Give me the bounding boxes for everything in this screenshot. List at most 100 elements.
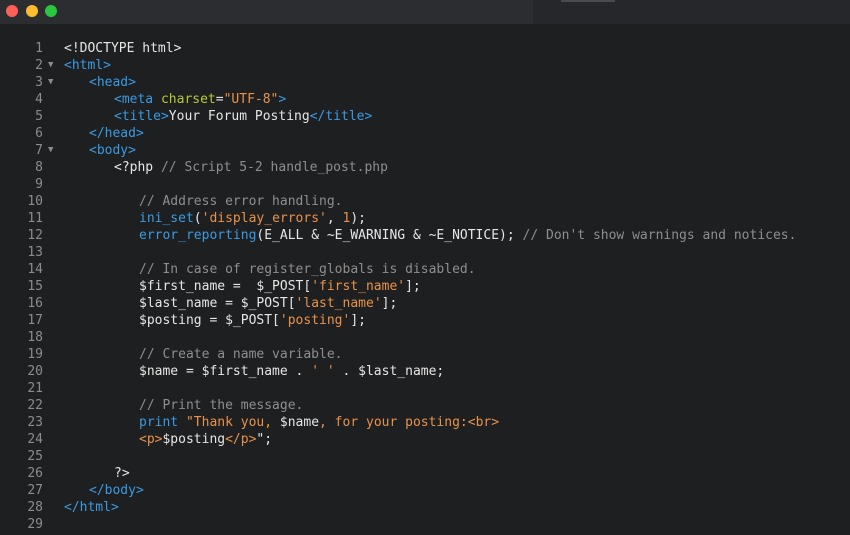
code-line[interactable]: 27 </body>: [0, 482, 850, 499]
code-line[interactable]: 21: [0, 380, 850, 397]
line-number: 19: [27, 347, 43, 362]
code-line[interactable]: 7 ▼ <body>: [0, 142, 850, 159]
code-token: </head>: [89, 126, 144, 141]
code-text: $name = $first_name . ' ' . $last_name;: [139, 363, 444, 380]
line-number: 21: [27, 381, 43, 396]
active-tab-indicator: [561, 0, 615, 2]
code-text: <head>: [89, 74, 136, 91]
code-line[interactable]: 28 </html>: [0, 499, 850, 516]
line-number: 1: [35, 41, 43, 56]
line-number: 22: [27, 398, 43, 413]
code-token: // Script 5-2 handle_post.php: [160, 160, 388, 175]
code-text: </head>: [89, 125, 144, 142]
code-token: error_reporting: [139, 228, 257, 243]
code-token: ' ': [311, 364, 335, 379]
code-line[interactable]: 16 $last_name = $_POST['last_name'];: [0, 295, 850, 312]
code-line[interactable]: 12 error_reporting(E_ALL & ~E_WARNING & ~…: [0, 227, 850, 244]
line-number: 18: [27, 330, 43, 345]
code-line[interactable]: 14 // In case of register_globals is disa…: [0, 261, 850, 278]
code-line[interactable]: 13: [0, 244, 850, 261]
code-token: $posting = $_POST[: [139, 313, 280, 328]
code-token: <meta: [114, 92, 161, 107]
close-window-button[interactable]: [6, 5, 18, 17]
code-text: <html>: [64, 57, 111, 74]
code-token: ];: [381, 296, 398, 311]
code-token: <body>: [89, 143, 136, 158]
code-token: // Print the message.: [139, 398, 304, 413]
code-line[interactable]: 18: [0, 329, 850, 346]
code-token: );: [350, 211, 366, 226]
code-token: =: [215, 92, 224, 107]
code-token: ,: [326, 211, 343, 226]
code-token: Your Forum Posting: [168, 109, 310, 124]
code-line[interactable]: 23 print "Thank you, $name, for your post…: [0, 414, 850, 431]
code-line[interactable]: 22 // Print the message.: [0, 397, 850, 414]
code-line[interactable]: 29: [0, 516, 850, 533]
code-line[interactable]: 15 $first_name = $_POST['first_name'];: [0, 278, 850, 295]
code-token: ];: [350, 313, 366, 328]
code-line[interactable]: 8 <?php // Script 5-2 handle_post.php: [0, 159, 850, 176]
code-line[interactable]: 5 <title>Your Forum Posting</title>: [0, 108, 850, 125]
code-text: <meta charset="UTF-8">: [114, 91, 286, 108]
line-number: 6: [35, 126, 43, 141]
code-line[interactable]: 17 $posting = $_POST['posting'];: [0, 312, 850, 329]
code-token: $name: [279, 415, 320, 430]
fold-arrow-icon[interactable]: ▼: [48, 57, 58, 74]
code-line[interactable]: 10 // Address error handling.: [0, 193, 850, 210]
code-line[interactable]: 20 $name = $first_name . ' ' . $last_name…: [0, 363, 850, 380]
line-number: 10: [27, 194, 43, 209]
code-line[interactable]: 6 </head>: [0, 125, 850, 142]
code-token: $first_name = $_POST[: [139, 279, 312, 294]
code-token: charset: [160, 92, 216, 107]
minimize-window-button[interactable]: [26, 5, 38, 17]
fold-arrow-icon[interactable]: ▼: [48, 74, 58, 91]
code-line[interactable]: 11 ini_set('display_errors', 1);: [0, 210, 850, 227]
code-token: "UTF-8": [223, 92, 279, 107]
window-titlebar: [0, 0, 850, 24]
code-token: $name = $first_name .: [139, 364, 312, 379]
fold-arrow-icon[interactable]: ▼: [48, 142, 58, 159]
code-line[interactable]: 1 <!DOCTYPE html>: [0, 40, 850, 57]
code-token: ";: [256, 432, 273, 447]
code-line[interactable]: 3 ▼ <head>: [0, 74, 850, 91]
code-token: </title>: [309, 109, 373, 124]
code-token: </body>: [89, 483, 144, 498]
code-text: ?>: [114, 465, 130, 482]
code-line[interactable]: 2 ▼ <html>: [0, 57, 850, 74]
line-number: 12: [27, 228, 43, 243]
code-line[interactable]: 26 ?>: [0, 465, 850, 482]
line-number: 14: [27, 262, 43, 277]
code-text: error_reporting(E_ALL & ~E_WARNING & ~E_…: [139, 227, 796, 244]
code-token: // Address error handling.: [139, 194, 343, 209]
line-number: 28: [27, 500, 43, 515]
code-token: $posting: [162, 432, 226, 447]
line-number: 15: [27, 279, 43, 294]
code-line[interactable]: 25: [0, 448, 850, 465]
code-line[interactable]: 19 // Create a name variable.: [0, 346, 850, 363]
code-line[interactable]: 9: [0, 176, 850, 193]
code-text: // Address error handling.: [139, 193, 343, 210]
code-text: // Print the message.: [139, 397, 303, 414]
line-number: 23: [27, 415, 43, 430]
maximize-window-button[interactable]: [45, 5, 57, 17]
code-editor[interactable]: 1 <!DOCTYPE html> 2 ▼ <html> 3 ▼ <head> 4 <meta c…: [0, 38, 850, 535]
code-token: ini_set: [139, 211, 194, 226]
line-number: 29: [27, 517, 43, 532]
code-text: $posting = $_POST['posting'];: [139, 312, 366, 329]
code-token: ];: [405, 279, 421, 294]
code-text: $last_name = $_POST['last_name'];: [139, 295, 397, 312]
line-number: 5: [35, 109, 43, 124]
line-number: 8: [35, 160, 43, 175]
line-number: 13: [27, 245, 43, 260]
code-token: <p>: [139, 432, 163, 447]
code-line[interactable]: 24 <p>$posting</p>";: [0, 431, 850, 448]
code-token: 'display_errors': [201, 211, 327, 226]
code-token: // In case of register_globals is disabl…: [139, 262, 476, 277]
line-number: 4: [35, 92, 43, 107]
code-token: // Create a name variable.: [139, 347, 343, 362]
line-number: 27: [27, 483, 43, 498]
code-line[interactable]: 4 <meta charset="UTF-8">: [0, 91, 850, 108]
code-token: <?php: [114, 160, 161, 175]
line-number: 26: [27, 466, 43, 481]
code-token: 'first_name': [311, 279, 406, 294]
